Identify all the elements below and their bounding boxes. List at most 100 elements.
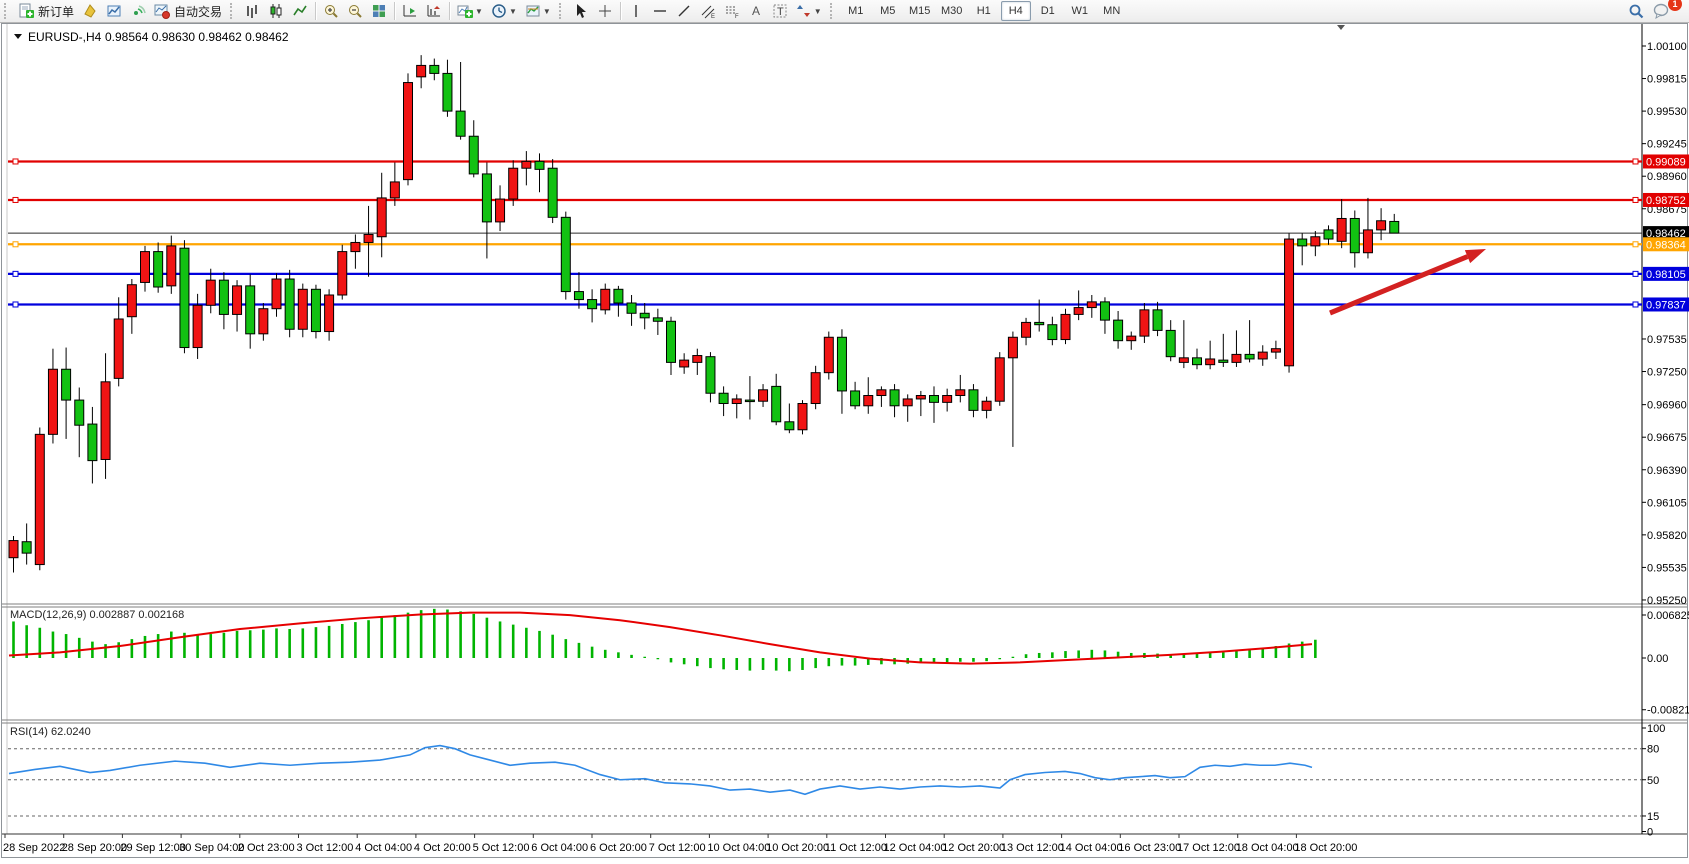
- svg-text:F: F: [735, 14, 739, 19]
- market-depth-icon: [82, 3, 98, 19]
- channel-tool-button[interactable]: E: [696, 0, 720, 22]
- candle-bearish: [154, 252, 163, 287]
- level-handle[interactable]: [13, 271, 18, 276]
- toolbar-grip: [830, 3, 837, 19]
- candle-bullish: [1271, 349, 1280, 352]
- level-handle[interactable]: [13, 159, 18, 164]
- candle-bullish: [798, 404, 807, 430]
- level-handle[interactable]: [13, 197, 18, 202]
- candle-bearish: [1219, 360, 1228, 362]
- time-tick-label: 6 Oct 20:00: [590, 842, 647, 854]
- level-handle[interactable]: [1633, 159, 1638, 164]
- line-chart-icon: [292, 3, 308, 19]
- time-tick-label: 14 Oct 04:00: [1060, 842, 1123, 854]
- candle-bearish: [969, 390, 978, 411]
- candle-bearish: [469, 136, 478, 174]
- candlestick-chart-button[interactable]: [264, 0, 288, 22]
- price-tick-label: 0.95820: [1647, 530, 1687, 542]
- candle-bullish: [364, 234, 373, 242]
- chart-window[interactable]: 1.001000.998150.995300.992450.989600.986…: [0, 22, 1689, 859]
- market-depth-button[interactable]: [78, 0, 102, 22]
- chevron-down-icon: ▼: [814, 7, 822, 16]
- timeframe-m5-button[interactable]: M5: [873, 1, 903, 21]
- arrows-tool-button[interactable]: ▼: [792, 0, 826, 22]
- vertical-line-tool-button[interactable]: [624, 0, 648, 22]
- text-label-tool-button[interactable]: T: [768, 0, 792, 22]
- timeframe-w1-button[interactable]: W1: [1065, 1, 1095, 21]
- candle-bullish: [824, 337, 833, 372]
- toolbar-separator: [449, 2, 450, 20]
- tile-windows-button[interactable]: [367, 0, 391, 22]
- horizontal-line-tool-button[interactable]: [648, 0, 672, 22]
- auto-scroll-button[interactable]: [398, 0, 422, 22]
- candle-bearish: [561, 217, 570, 291]
- time-tick-label: 18 Oct 20:00: [1294, 842, 1357, 854]
- level-handle[interactable]: [1633, 197, 1638, 202]
- level-handle[interactable]: [13, 242, 18, 247]
- notifications-button[interactable]: 1: [1649, 0, 1675, 22]
- cursor-tool-button[interactable]: [569, 0, 593, 22]
- price-tick-label: 0.97535: [1647, 334, 1687, 346]
- templates-button[interactable]: ▼: [521, 0, 555, 22]
- trendline-tool-button[interactable]: [672, 0, 696, 22]
- candle-bullish: [496, 199, 505, 222]
- chevron-down-icon: ▼: [543, 7, 551, 16]
- candle-bullish: [509, 168, 518, 199]
- time-tick-label: 28 Sep 20:00: [62, 842, 127, 854]
- timeframe-m1-button[interactable]: M1: [841, 1, 871, 21]
- time-tick-label: 17 Oct 12:00: [1177, 842, 1240, 854]
- auto-trading-button[interactable]: 自动交易: [150, 0, 226, 22]
- candle-bearish: [745, 400, 754, 402]
- candle-bullish: [233, 286, 242, 315]
- level-handle[interactable]: [1633, 271, 1638, 276]
- candle-bullish: [127, 285, 136, 317]
- zoom-in-icon: [323, 3, 339, 19]
- crosshair-tool-button[interactable]: [593, 0, 617, 22]
- line-chart-button[interactable]: [288, 0, 312, 22]
- chart-window-frame: [2, 24, 1688, 858]
- price-tick-label: 0.99245: [1647, 139, 1687, 151]
- timeframe-h1-button[interactable]: H1: [969, 1, 999, 21]
- timeframe-mn-button[interactable]: MN: [1097, 1, 1127, 21]
- zoom-in-button[interactable]: [319, 0, 343, 22]
- time-tick-label: 4 Oct 04:00: [355, 842, 412, 854]
- signals-icon: [130, 3, 146, 19]
- rsi-indicator-label: RSI(14) 62.0240: [10, 726, 91, 738]
- candle-bearish: [1193, 358, 1202, 365]
- candle-bullish: [1377, 221, 1386, 230]
- chart-shift-icon: [426, 3, 442, 19]
- bar-chart-button[interactable]: [240, 0, 264, 22]
- charts-window-icon: [106, 3, 122, 19]
- rsi-tick-label: 100: [1647, 723, 1665, 735]
- price-tick-label: 0.96390: [1647, 465, 1687, 477]
- rsi-tick-label: 50: [1647, 775, 1659, 787]
- timeframe-d1-button[interactable]: D1: [1033, 1, 1063, 21]
- candle-bullish: [1285, 239, 1294, 366]
- signals-button[interactable]: [126, 0, 150, 22]
- timeframe-m30-button[interactable]: M30: [937, 1, 967, 21]
- charts-window-button[interactable]: [102, 0, 126, 22]
- templates-icon: [525, 3, 541, 19]
- toolbar-grip: [230, 3, 237, 19]
- candle-bullish: [167, 246, 176, 286]
- candle-bullish: [916, 396, 925, 399]
- chart-shift-button[interactable]: [422, 0, 446, 22]
- zoom-out-button[interactable]: [343, 0, 367, 22]
- level-handle[interactable]: [13, 302, 18, 307]
- chart-canvas[interactable]: 1.001000.998150.995300.992450.989600.986…: [0, 22, 1689, 859]
- candle-bearish: [246, 286, 255, 334]
- fibonacci-tool-button[interactable]: F: [720, 0, 744, 22]
- candle-bearish: [75, 400, 84, 425]
- periods-button[interactable]: ▼: [487, 0, 521, 22]
- candle-bearish: [588, 300, 597, 309]
- candle-bullish: [903, 399, 912, 406]
- search-button[interactable]: [1624, 0, 1649, 22]
- level-handle[interactable]: [1633, 302, 1638, 307]
- timeframe-m15-button[interactable]: M15: [905, 1, 935, 21]
- macd-tick-label: 0.00: [1647, 653, 1668, 665]
- level-handle[interactable]: [1633, 242, 1638, 247]
- new-order-button[interactable]: 新订单: [14, 0, 78, 22]
- text-tool-button[interactable]: A: [744, 0, 768, 22]
- indicators-button[interactable]: ▼: [453, 0, 487, 22]
- timeframe-h4-button[interactable]: H4: [1001, 1, 1031, 21]
